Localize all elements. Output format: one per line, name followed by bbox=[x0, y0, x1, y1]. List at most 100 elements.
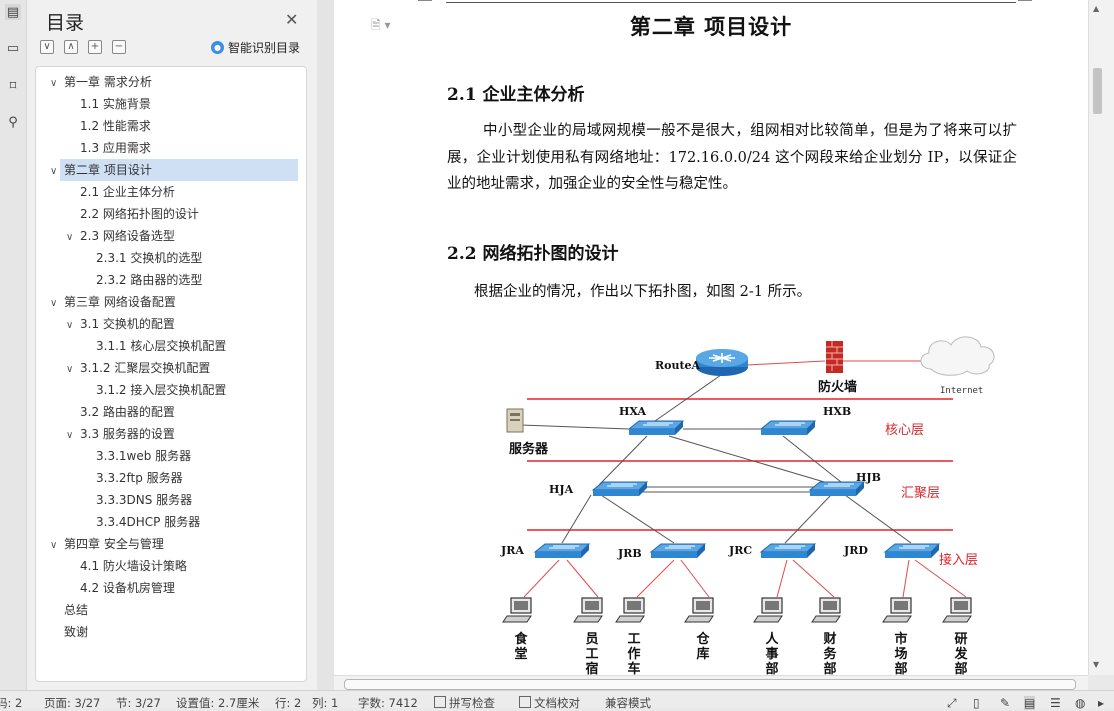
toc-item[interactable]: 2.3.1 交换机的选型 bbox=[96, 247, 202, 269]
toc-item[interactable]: 4.2 设备机房管理 bbox=[80, 577, 175, 599]
pc-label: 市场部 bbox=[894, 631, 907, 675]
toc-item[interactable]: ∨ 第一章 需求分析 bbox=[50, 71, 152, 93]
toc-item-label: 第四章 安全与管理 bbox=[64, 537, 164, 551]
toc-item[interactable]: 3.1.2 接入层交换机配置 bbox=[96, 379, 226, 401]
toc-item[interactable]: 4.1 防火墙设计策略 bbox=[80, 555, 187, 577]
toc-item-label: 2.3.2 路由器的选型 bbox=[96, 273, 203, 287]
left-icon-rail: ▤ ▭ ⌑ ⚲ bbox=[0, 0, 27, 690]
status-page[interactable]: 页面: 3/27 bbox=[44, 696, 100, 710]
page-view-icon[interactable]: ▤ bbox=[1024, 696, 1036, 710]
chevron-down-icon[interactable]: ∨ bbox=[50, 535, 64, 557]
expand-all-button[interactable]: ∨ bbox=[40, 40, 54, 54]
status-bar: 码: 2 页面: 3/27 节: 3/27 设置值: 2.7厘米 行: 2 列:… bbox=[0, 690, 1114, 711]
chevron-down-icon[interactable]: ∨ bbox=[50, 73, 64, 95]
pc-label: 人事部 bbox=[765, 631, 779, 675]
panel-splitter[interactable] bbox=[317, 0, 334, 690]
pc-icon bbox=[811, 597, 841, 623]
scroll-down-icon[interactable]: ▼ bbox=[1093, 660, 1099, 669]
toc-item-label: 第二章 项目设计 bbox=[64, 163, 152, 177]
vertical-scroll-thumb[interactable] bbox=[1093, 68, 1102, 114]
chevron-down-icon[interactable]: ∨ bbox=[66, 227, 80, 249]
search-icon[interactable]: ⚲ bbox=[5, 114, 21, 130]
pc-label: 研发部 bbox=[953, 632, 968, 675]
read-mode-icon[interactable]: ▯ bbox=[973, 696, 980, 710]
toc-item[interactable]: 3.3.2ftp 服务器 bbox=[96, 467, 183, 489]
layer-label: 接入层 bbox=[939, 552, 978, 568]
bookmark-icon[interactable]: ⌑ bbox=[5, 78, 21, 94]
vertical-scrollbar[interactable]: ▲ ▼ bbox=[1088, 0, 1114, 675]
body-paragraph: 根据企业的情况，作出以下拓扑图，如图 2-1 所示。 bbox=[474, 284, 812, 300]
toc-item-label: 3.3.3DNS 服务器 bbox=[96, 493, 193, 507]
chevron-down-icon[interactable]: ∨ bbox=[66, 425, 80, 447]
toc-item[interactable]: ∨ 2.3 网络设备选型 bbox=[66, 225, 175, 247]
chevron-down-icon[interactable]: ∨ bbox=[66, 315, 80, 337]
toc-item[interactable]: ∨ 第四章 安全与管理 bbox=[50, 533, 164, 555]
status-row: 行: 2 bbox=[275, 696, 302, 710]
layer-label: 核心层 bbox=[885, 423, 924, 438]
firewall-label: 防火墙 bbox=[818, 379, 857, 395]
toc-item-label: 3.3.4DHCP 服务器 bbox=[96, 515, 201, 529]
toc-item[interactable]: 3.2 路由器的配置 bbox=[80, 401, 175, 423]
toc-item[interactable]: 2.2 网络拓扑图的设计 bbox=[80, 203, 199, 225]
switch-icon bbox=[808, 481, 866, 496]
demote-level-button[interactable]: − bbox=[112, 40, 126, 54]
chevron-down-icon[interactable]: ∨ bbox=[50, 293, 64, 315]
pc-icon bbox=[753, 597, 783, 623]
pc-icon bbox=[573, 597, 603, 623]
proofread-toggle[interactable]: 文档校对 bbox=[519, 696, 580, 710]
toc-item[interactable]: ∨ 3.3 服务器的设置 bbox=[66, 423, 175, 445]
toc-item[interactable]: 2.3.2 路由器的选型 bbox=[96, 269, 202, 291]
toc-item[interactable]: ∨ 第二章 项目设计 bbox=[50, 159, 152, 181]
toc-item[interactable]: 1.3 应用需求 bbox=[80, 137, 151, 159]
toc-item[interactable]: 3.3.4DHCP 服务器 bbox=[96, 511, 200, 533]
toc-item-label: 3.2 路由器的配置 bbox=[80, 405, 175, 419]
switch-icon bbox=[759, 543, 817, 558]
body-paragraph: 中小型企业的局域网规模一般不是很大，组网相对比较简单，但是为了将来可以扩展，企业… bbox=[447, 123, 1017, 192]
more-icon[interactable]: ▸ bbox=[1098, 696, 1104, 710]
pc-label: 食堂 bbox=[514, 631, 528, 662]
edit-icon[interactable]: ✎ bbox=[1000, 696, 1010, 710]
switch-label: JRC bbox=[728, 544, 752, 557]
pc-label: 财务部 bbox=[823, 631, 837, 675]
horizontal-scroll-thumb[interactable] bbox=[344, 679, 1076, 690]
toc-item[interactable]: 3.1.1 核心层交换机配置 bbox=[96, 335, 226, 357]
chevron-down-icon[interactable]: ∨ bbox=[66, 359, 80, 381]
toc-item-label: 第一章 需求分析 bbox=[64, 75, 152, 89]
collapse-all-button[interactable]: ∧ bbox=[64, 40, 78, 54]
switch-icon bbox=[649, 543, 707, 558]
smart-toc-icon: ● bbox=[211, 41, 224, 54]
spell-check-toggle[interactable]: 拼写检查 bbox=[434, 696, 495, 710]
close-icon[interactable]: ✕ bbox=[285, 10, 298, 29]
toc-item[interactable]: 总结 bbox=[64, 599, 88, 621]
status-word-count[interactable]: 字数: 7412 bbox=[358, 696, 418, 710]
toc-item[interactable]: 1.1 实施背景 bbox=[80, 93, 151, 115]
switch-label: JRB bbox=[617, 547, 642, 560]
status-section-code: 码: 2 bbox=[0, 696, 23, 710]
outline-view-icon[interactable]: ☰ bbox=[1050, 696, 1061, 710]
scroll-up-icon[interactable]: ▲ bbox=[1093, 4, 1099, 13]
toc-item[interactable]: 3.3.1web 服务器 bbox=[96, 445, 191, 467]
navigation-icon[interactable]: ▭ bbox=[5, 40, 21, 56]
toc-item[interactable]: ∨ 第三章 网络设备配置 bbox=[50, 291, 176, 313]
toc-item[interactable]: ∨ 3.1.2 汇聚层交换机配置 bbox=[66, 357, 210, 379]
toc-item[interactable]: 1.2 性能需求 bbox=[80, 115, 151, 137]
toc-item[interactable]: 2.1 企业主体分析 bbox=[80, 181, 175, 203]
fullscreen-icon[interactable]: ⤢ bbox=[947, 696, 957, 711]
promote-level-button[interactable]: + bbox=[88, 40, 102, 54]
pc-icon bbox=[882, 597, 912, 623]
switch-label: HXA bbox=[619, 405, 647, 418]
router-label: RouteA bbox=[655, 359, 701, 372]
toc-panel-icon[interactable]: ▤ bbox=[5, 4, 21, 20]
horizontal-scrollbar[interactable] bbox=[334, 675, 1088, 691]
gray-links bbox=[520, 374, 912, 544]
document-page[interactable]: 🗎 ▾ 第二章 项目设计 2.1 企业主体分析 中小型企业的局域网规模一般不是很… bbox=[334, 0, 1088, 675]
smart-toc-button[interactable]: ● 智能识别目录 bbox=[211, 39, 300, 56]
pc-icon bbox=[615, 597, 645, 623]
chevron-down-icon[interactable]: ∨ bbox=[50, 161, 64, 183]
toc-item[interactable]: 3.3.3DNS 服务器 bbox=[96, 489, 192, 511]
toc-item[interactable]: 致谢 bbox=[64, 621, 88, 643]
toc-item[interactable]: ∨ 3.1 交换机的配置 bbox=[66, 313, 175, 335]
checkbox-icon bbox=[434, 696, 446, 708]
web-view-icon[interactable]: ◍ bbox=[1075, 696, 1085, 710]
toc-item-label: 2.1 企业主体分析 bbox=[80, 185, 175, 199]
